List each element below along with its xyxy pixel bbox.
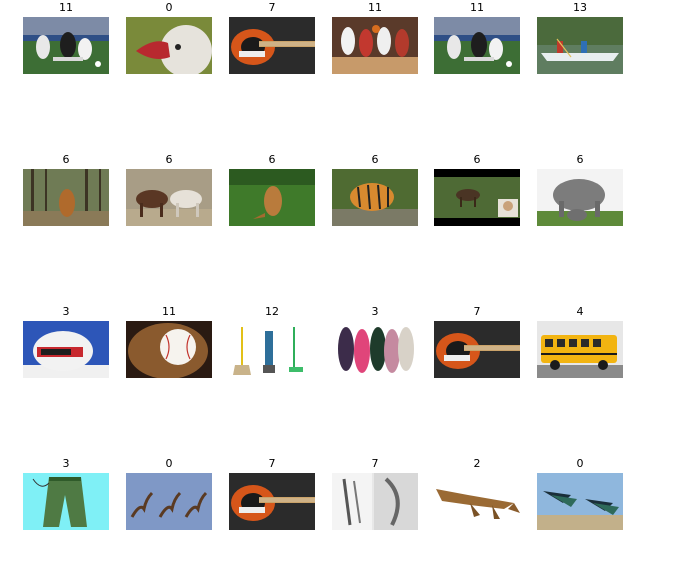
cell-label: 7 bbox=[371, 457, 379, 470]
cell-label: 3 bbox=[371, 305, 379, 318]
racing-helmet-image bbox=[23, 321, 109, 378]
canoe-image bbox=[537, 17, 623, 74]
pants-sketch-image bbox=[23, 473, 109, 530]
cell-label: 2 bbox=[473, 457, 481, 470]
cell-label: 6 bbox=[371, 153, 379, 166]
cell-label: 0 bbox=[165, 1, 173, 14]
cell-label: 6 bbox=[165, 153, 173, 166]
basketball-players-image bbox=[332, 17, 418, 74]
soccer-players-image bbox=[23, 17, 109, 74]
cell-label: 0 bbox=[576, 457, 584, 470]
flip-flops-image bbox=[332, 321, 418, 378]
baseball-glove-image bbox=[126, 321, 212, 378]
bass-guitar-image bbox=[229, 473, 315, 530]
soccer-players-image bbox=[434, 17, 520, 74]
cell-label: 3 bbox=[62, 457, 70, 470]
cell-label: 7 bbox=[268, 1, 276, 14]
cell-label: 6 bbox=[268, 153, 276, 166]
image-grid: 11 0 7 11 11 13 6 6 6 6 6 6 3 11 12 3 7 … bbox=[0, 0, 676, 563]
cleaning-tools-image bbox=[229, 321, 315, 378]
cell-label: 13 bbox=[573, 1, 587, 14]
horses-image bbox=[126, 169, 212, 226]
flying-ducks-image bbox=[537, 473, 623, 530]
sketch-drawings-image bbox=[332, 473, 418, 530]
crocodile-image bbox=[434, 473, 520, 530]
cell-label: 4 bbox=[576, 305, 584, 318]
cell-label: 11 bbox=[470, 1, 484, 14]
deer-video-image bbox=[434, 169, 520, 226]
cell-label: 11 bbox=[368, 1, 382, 14]
elephants-image bbox=[537, 169, 623, 226]
cell-label: 3 bbox=[62, 305, 70, 318]
cell-label: 7 bbox=[473, 305, 481, 318]
kangaroo-grass-image bbox=[229, 169, 315, 226]
cell-label: 11 bbox=[59, 1, 73, 14]
swallows-image bbox=[126, 473, 212, 530]
cell-label: 7 bbox=[268, 457, 276, 470]
bass-guitar-image bbox=[229, 17, 315, 74]
kangaroo-forest-image bbox=[23, 169, 109, 226]
duck-head-image bbox=[126, 17, 212, 74]
bass-guitar-image bbox=[434, 321, 520, 378]
cell-label: 0 bbox=[165, 457, 173, 470]
cell-label: 6 bbox=[62, 153, 70, 166]
school-bus-image bbox=[537, 321, 623, 378]
cell-label: 6 bbox=[473, 153, 481, 166]
tiger-image bbox=[332, 169, 418, 226]
cell-label: 11 bbox=[162, 305, 176, 318]
cell-label: 6 bbox=[576, 153, 584, 166]
cell-label: 12 bbox=[265, 305, 279, 318]
